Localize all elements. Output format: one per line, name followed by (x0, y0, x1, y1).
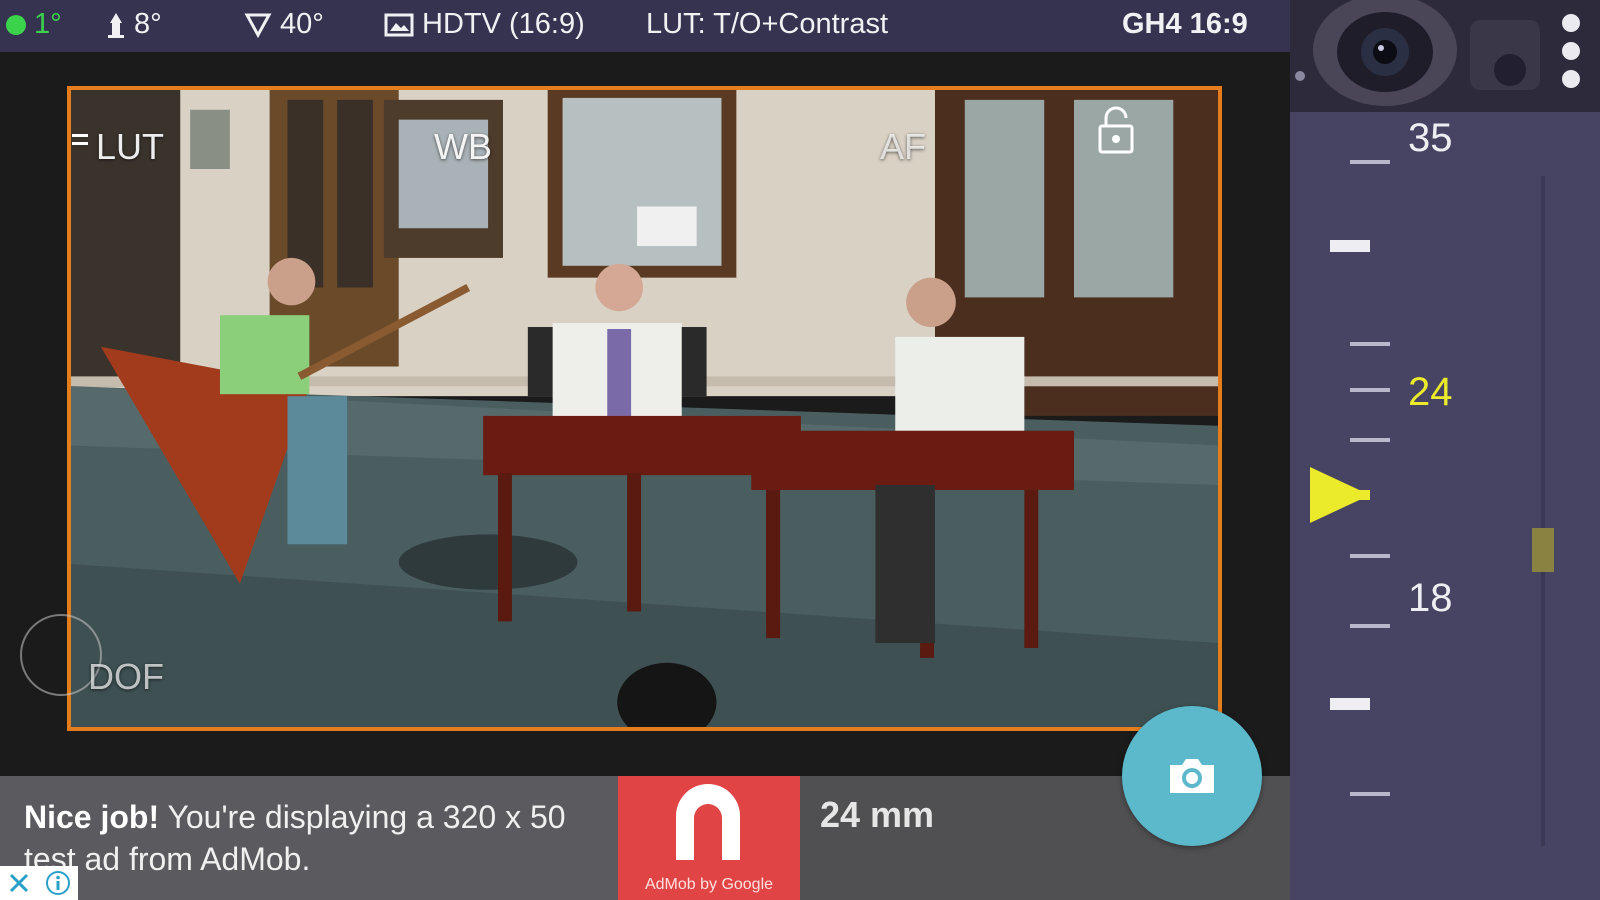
level-value: 1° (34, 8, 62, 40)
format-indicator[interactable]: HDTV (16:9) (384, 8, 585, 41)
status-bar: 1° 8° 40° HDTV (16:9) LUT: T/O+Contrast … (0, 0, 1290, 52)
ad-logo-caption: AdMob by Google (644, 876, 774, 893)
shutter-button[interactable] (1122, 706, 1262, 846)
frame-guide (67, 86, 1222, 731)
camera-body-image (1290, 0, 1600, 112)
wb-button[interactable]: WB (434, 126, 492, 168)
fov-indicator: 40° (244, 8, 324, 41)
info-icon[interactable] (45, 870, 71, 896)
tilt-indicator: 8° (106, 8, 162, 41)
lut-lines-icon (72, 134, 88, 145)
level-indicator: 1° (6, 8, 62, 41)
unlock-icon[interactable] (1096, 104, 1136, 156)
af-button[interactable]: AF (880, 126, 926, 168)
lut-button[interactable]: LUT (96, 126, 164, 168)
zoom-slider-thumb[interactable] (1532, 528, 1554, 572)
camera-icon (1170, 759, 1214, 793)
camera-thumbnail[interactable] (1290, 0, 1600, 112)
tilt-value: 8° (134, 8, 162, 40)
ad-banner[interactable]: Nice job! You're displaying a 320 x 50 t… (0, 776, 618, 900)
scale-label-18: 18 (1408, 576, 1453, 620)
overflow-menu-icon[interactable] (1562, 14, 1580, 88)
scale-label-35: 35 (1408, 116, 1453, 160)
close-icon[interactable] (8, 872, 30, 894)
level-dot-icon (6, 14, 26, 35)
zoom-panel: 35 24 18 (1290, 0, 1600, 900)
camera-model[interactable]: GH4 16:9 (1122, 8, 1248, 41)
fov-value: 40° (280, 8, 324, 40)
lut-indicator[interactable]: LUT: T/O+Contrast (646, 8, 888, 41)
admob-logo[interactable]: AdMob by Google (618, 776, 800, 900)
viewfinder[interactable]: LUT WB AF DOF (0, 52, 1290, 776)
frame-icon (384, 13, 414, 36)
ad-choices[interactable] (0, 866, 78, 900)
scale-label-24: 24 (1408, 370, 1453, 414)
zoom-scale[interactable] (1290, 112, 1600, 900)
zoom-slider-track[interactable] (1541, 176, 1545, 846)
lut-value: LUT: T/O+Contrast (646, 8, 889, 40)
fov-icon (244, 13, 272, 38)
zoom-pointer-icon (1310, 467, 1370, 523)
camera-value: GH4 16:9 (1122, 8, 1248, 40)
camera-preview-image (71, 90, 1218, 727)
dof-button[interactable]: DOF (88, 656, 164, 698)
ad-text: Nice job! You're displaying a 320 x 50 t… (24, 796, 614, 880)
tilt-icon (108, 12, 124, 38)
admob-icon (676, 784, 740, 860)
format-value: HDTV (16:9) (422, 8, 585, 40)
focal-length-value: 24 mm (820, 794, 935, 835)
ad-headline: Nice job! (24, 799, 160, 835)
